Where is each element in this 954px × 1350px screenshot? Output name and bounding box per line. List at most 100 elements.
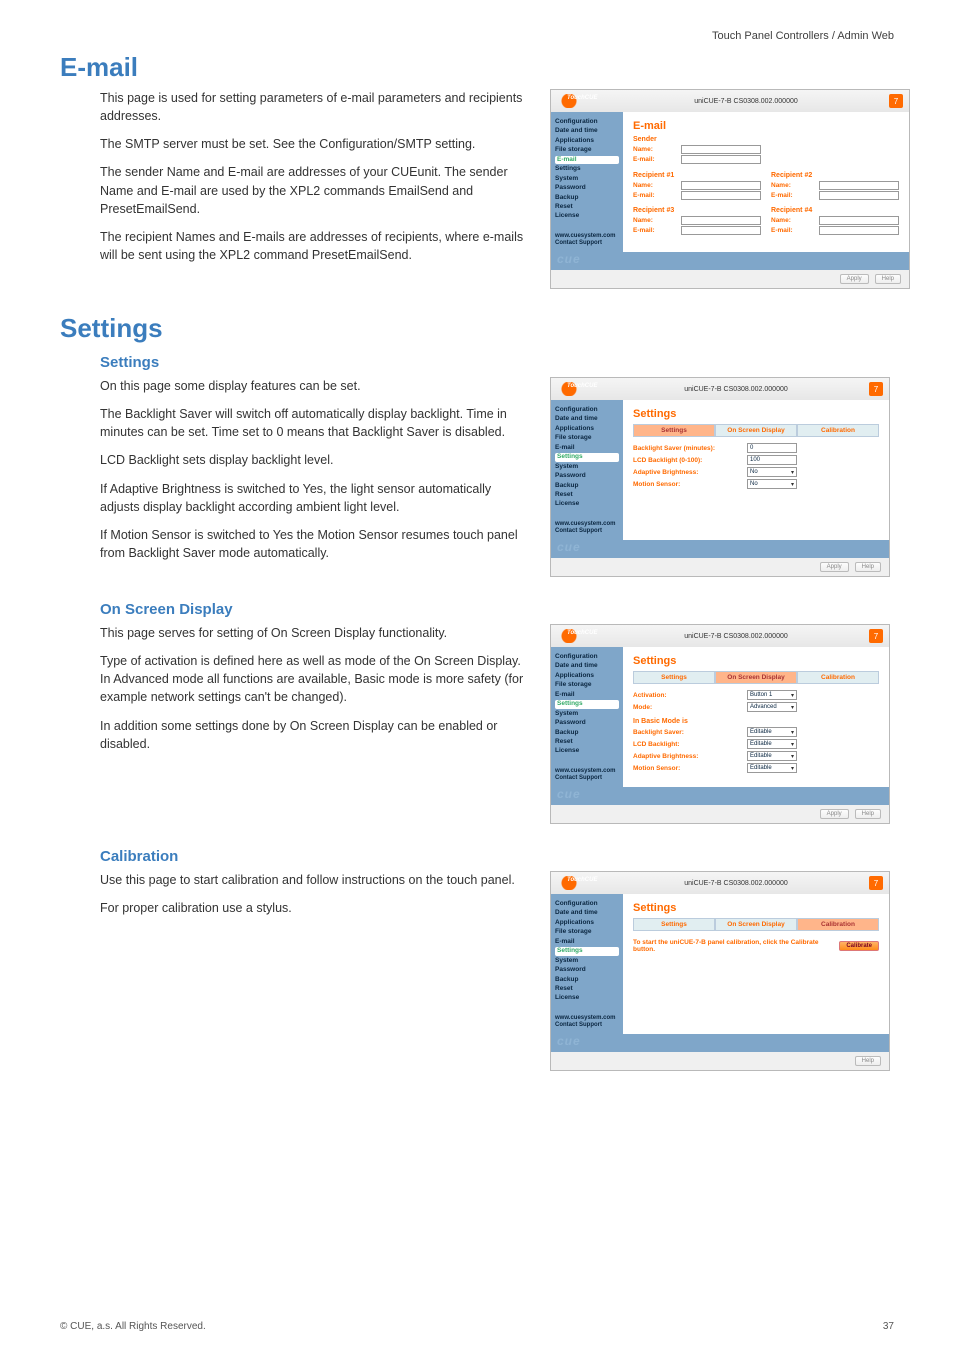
tab-calibration[interactable]: Calibration xyxy=(797,424,879,437)
calibration-instruction: To start the uniCUE-7-B panel calibratio… xyxy=(633,939,831,953)
apply-button[interactable]: Apply xyxy=(820,562,849,572)
nav-item[interactable]: Reset xyxy=(555,985,619,993)
cue-watermark: cue xyxy=(551,787,889,805)
nav-item[interactable]: Configuration xyxy=(555,406,619,414)
nav-link-site[interactable]: www.cuesystem.com xyxy=(555,1015,619,1021)
select-activation[interactable]: Button 1 xyxy=(747,690,797,700)
nav-item[interactable]: License xyxy=(555,500,619,508)
select-lcdb[interactable]: Editable xyxy=(747,739,797,749)
nav-item[interactable]: Reset xyxy=(555,491,619,499)
screenshot-calibration: uniCUE-7-B CS0308.002.000000 7 Configura… xyxy=(550,871,890,1071)
nav-item[interactable]: System xyxy=(555,710,619,718)
input-r4-email[interactable] xyxy=(819,226,899,235)
nav-item[interactable]: Date and time xyxy=(555,662,619,670)
subheading-settings: Settings xyxy=(100,354,894,371)
calibrate-button[interactable]: Calibrate xyxy=(839,941,879,951)
select-mode[interactable]: Advanced xyxy=(747,702,797,712)
tab-settings[interactable]: Settings xyxy=(633,671,715,684)
nav-link-site[interactable]: www.cuesystem.com xyxy=(555,768,619,774)
nav-item-active[interactable]: Settings xyxy=(555,453,619,461)
tab-osd[interactable]: On Screen Display xyxy=(715,424,797,437)
input-r2-name[interactable] xyxy=(819,181,899,190)
nav-item[interactable]: E-mail xyxy=(555,691,619,699)
label-email: E-mail: xyxy=(633,192,677,199)
select-adaptive[interactable]: No xyxy=(747,467,797,477)
tab-calibration[interactable]: Calibration xyxy=(797,918,879,931)
nav-item[interactable]: Password xyxy=(555,966,619,974)
nav-item[interactable]: Backup xyxy=(555,976,619,984)
nav-item[interactable]: Applications xyxy=(555,137,619,145)
input-sender-email[interactable] xyxy=(681,155,761,164)
help-button[interactable]: Help xyxy=(855,809,881,819)
nav-item[interactable]: Date and time xyxy=(555,415,619,423)
nav-item[interactable]: Configuration xyxy=(555,118,619,126)
apply-button[interactable]: Apply xyxy=(820,809,849,819)
input-r3-email[interactable] xyxy=(681,226,761,235)
nav-item[interactable]: License xyxy=(555,994,619,1002)
input-r3-name[interactable] xyxy=(681,216,761,225)
nav-item[interactable]: Reset xyxy=(555,203,619,211)
input-lcd-backlight[interactable]: 100 xyxy=(747,455,797,465)
nav-item[interactable]: Password xyxy=(555,184,619,192)
tab-osd[interactable]: On Screen Display xyxy=(715,918,797,931)
nav-item[interactable]: Applications xyxy=(555,672,619,680)
section-r4: Recipient #4 xyxy=(771,207,899,214)
nav-item[interactable]: Backup xyxy=(555,729,619,737)
nav-item[interactable]: Backup xyxy=(555,194,619,202)
nav-item[interactable]: File storage xyxy=(555,928,619,936)
nav-item[interactable]: License xyxy=(555,212,619,220)
help-button[interactable]: Help xyxy=(855,1056,881,1066)
tab-osd[interactable]: On Screen Display xyxy=(715,671,797,684)
nav-item-active[interactable]: Settings xyxy=(555,947,619,955)
input-r1-name[interactable] xyxy=(681,181,761,190)
nav-item[interactable]: Date and time xyxy=(555,127,619,135)
nav-item[interactable]: Configuration xyxy=(555,653,619,661)
nav-item[interactable]: System xyxy=(555,175,619,183)
nav-item[interactable]: File storage xyxy=(555,146,619,154)
input-backlight-saver[interactable]: 0 xyxy=(747,443,797,453)
label-name: Name: xyxy=(633,146,677,153)
input-r2-email[interactable] xyxy=(819,191,899,200)
nav-item[interactable]: Password xyxy=(555,719,619,727)
help-button[interactable]: Help xyxy=(875,274,901,284)
nav-item[interactable]: System xyxy=(555,957,619,965)
input-sender-name[interactable] xyxy=(681,145,761,154)
nav-item[interactable]: File storage xyxy=(555,434,619,442)
apply-button[interactable]: Apply xyxy=(840,274,869,284)
nav-item[interactable]: E-mail xyxy=(555,444,619,452)
nav-item[interactable]: Settings xyxy=(555,165,619,173)
shot-body: Configuration Date and time Applications… xyxy=(551,112,909,252)
nav-link-support[interactable]: Contact Support xyxy=(555,775,619,781)
nav-item[interactable]: File storage xyxy=(555,681,619,689)
tab-settings[interactable]: Settings xyxy=(633,424,715,437)
tab-settings[interactable]: Settings xyxy=(633,918,715,931)
input-r4-name[interactable] xyxy=(819,216,899,225)
nav-item[interactable]: License xyxy=(555,747,619,755)
select-motion[interactable]: No xyxy=(747,479,797,489)
nav-item[interactable]: Date and time xyxy=(555,909,619,917)
label-lcd-backlight: LCD Backlight (0-100): xyxy=(633,457,743,464)
nav-item[interactable]: Reset xyxy=(555,738,619,746)
help-button[interactable]: Help xyxy=(855,562,881,572)
nav-item[interactable]: Applications xyxy=(555,425,619,433)
select-bls[interactable]: Editable xyxy=(747,727,797,737)
nav-item[interactable]: Backup xyxy=(555,482,619,490)
nav-item[interactable]: E-mail xyxy=(555,938,619,946)
nav-link-site[interactable]: www.cuesystem.com xyxy=(555,233,619,239)
nav-link-support[interactable]: Contact Support xyxy=(555,1022,619,1028)
tab-calibration[interactable]: Calibration xyxy=(797,671,879,684)
nav-link-site[interactable]: www.cuesystem.com xyxy=(555,521,619,527)
nav-item-active[interactable]: E-mail xyxy=(555,156,619,164)
nav-item[interactable]: Applications xyxy=(555,919,619,927)
nav-link-support[interactable]: Contact Support xyxy=(555,240,619,246)
label-email: E-mail: xyxy=(771,227,815,234)
select-ab[interactable]: Editable xyxy=(747,751,797,761)
nav-item-active[interactable]: Settings xyxy=(555,700,619,708)
select-ms[interactable]: Editable xyxy=(747,763,797,773)
nav-item[interactable]: System xyxy=(555,463,619,471)
input-r1-email[interactable] xyxy=(681,191,761,200)
para: The SMTP server must be set. See the Con… xyxy=(100,135,530,153)
nav-link-support[interactable]: Contact Support xyxy=(555,528,619,534)
nav-item[interactable]: Configuration xyxy=(555,900,619,908)
nav-item[interactable]: Password xyxy=(555,472,619,480)
